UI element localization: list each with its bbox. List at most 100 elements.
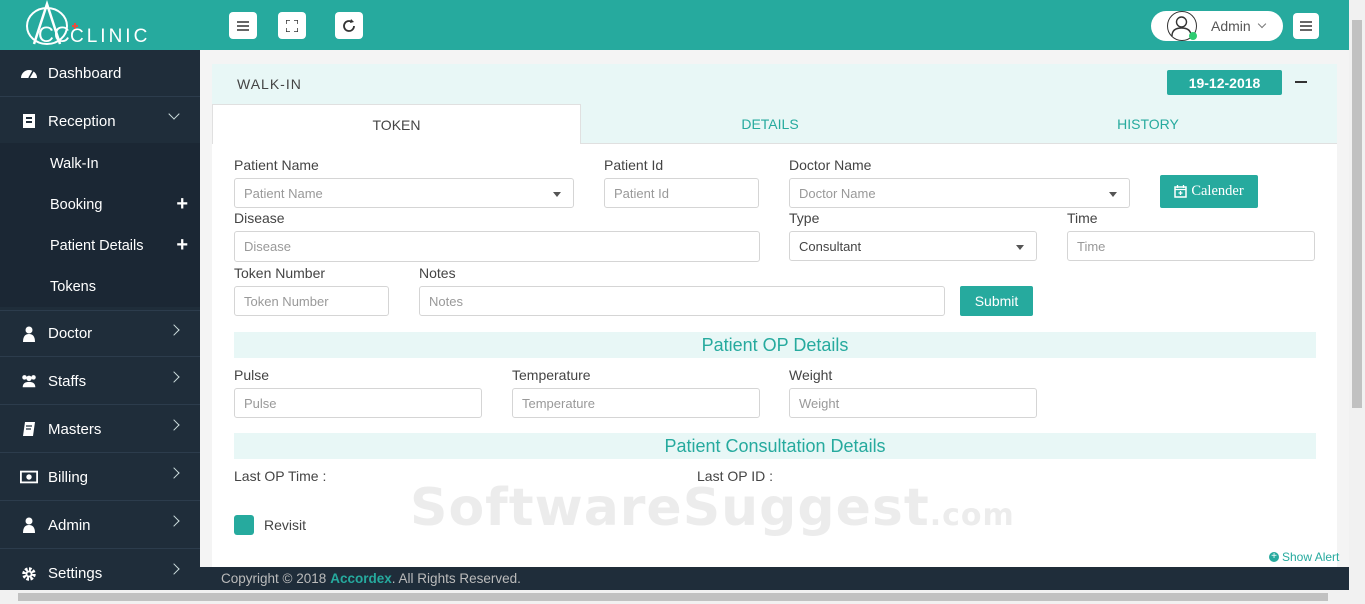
time-input[interactable]: Time xyxy=(1067,231,1315,261)
admin-icon xyxy=(20,517,38,533)
footer-brand-link[interactable]: Accordex xyxy=(330,571,392,586)
hamburger-icon xyxy=(237,20,249,31)
watermark-main: SoftwareSuggest xyxy=(410,478,930,538)
sidebar-item-label: Dashboard xyxy=(48,64,122,82)
patient-id-input[interactable]: Patient Id xyxy=(604,178,759,208)
revisit-label: Revisit xyxy=(264,517,307,533)
weight-label: Weight xyxy=(789,367,833,383)
sidebar-item-dashboard[interactable]: Dashboard xyxy=(0,50,200,97)
logo-prefix: CC xyxy=(38,22,70,47)
sidebar-item-reception[interactable]: Reception xyxy=(0,98,200,145)
plus-icon[interactable]: + xyxy=(176,194,188,214)
topbar: Admin xyxy=(200,0,1349,50)
sidebar-subitem-booking[interactable]: Booking + xyxy=(0,184,200,225)
sidebar-subitem-walk-in[interactable]: Walk-In xyxy=(0,143,200,184)
sidebar-item-label: Masters xyxy=(48,420,102,438)
patient-id-label: Patient Id xyxy=(604,157,664,173)
sidebar-item-masters[interactable]: Masters xyxy=(0,406,200,453)
calendar-button[interactable]: Calender xyxy=(1160,175,1258,208)
tab-history[interactable]: HISTORY xyxy=(959,104,1337,144)
pulse-input[interactable]: Pulse xyxy=(234,388,482,418)
tab-bar: TOKEN DETAILS HISTORY xyxy=(212,104,1337,144)
patient-name-label: Patient Name xyxy=(234,157,319,173)
sidebar-item-staffs[interactable]: Staffs xyxy=(0,358,200,405)
sidebar-item-label: Staffs xyxy=(48,372,87,390)
submit-button[interactable]: Submit xyxy=(960,286,1033,316)
type-select[interactable]: Consultant xyxy=(789,231,1037,261)
revisit-checkbox[interactable] xyxy=(234,515,254,535)
fullscreen-button[interactable] xyxy=(278,12,306,39)
consultation-heading: Patient Consultation Details xyxy=(234,433,1316,459)
pulse-placeholder: Pulse xyxy=(244,395,277,411)
chevron-right-icon xyxy=(168,467,180,479)
panel-title: WALK-IN xyxy=(237,76,302,92)
weight-input[interactable]: Weight xyxy=(789,388,1037,418)
patient-name-select[interactable]: Patient Name xyxy=(234,178,574,208)
weight-placeholder: Weight xyxy=(799,395,840,411)
sidebar-subitem-label: Walk-In xyxy=(50,155,99,172)
last-op-time-label: Last OP Time : xyxy=(234,468,327,484)
patient-id-placeholder: Patient Id xyxy=(614,185,669,201)
sidebar-item-label: Billing xyxy=(48,468,89,486)
disease-label: Disease xyxy=(234,210,285,226)
scrollbar-thumb[interactable] xyxy=(18,593,1328,601)
op-details-heading: Patient OP Details xyxy=(234,332,1316,358)
avatar xyxy=(1167,11,1197,41)
online-status-icon xyxy=(1189,32,1197,40)
disease-input[interactable]: Disease xyxy=(234,231,760,262)
patient-name-placeholder: Patient Name xyxy=(244,185,323,201)
dashboard-icon xyxy=(20,65,38,81)
watermark-suffix: .com xyxy=(929,498,1015,533)
tab-details[interactable]: DETAILS xyxy=(581,104,959,144)
show-alert-link[interactable]: + Show Alert xyxy=(1269,550,1339,564)
type-label: Type xyxy=(789,210,820,226)
sidebar-item-billing[interactable]: Billing xyxy=(0,454,200,501)
user-menu[interactable]: Admin xyxy=(1151,11,1283,41)
time-label: Time xyxy=(1067,210,1098,226)
refresh-button[interactable] xyxy=(335,12,363,39)
pulse-label: Pulse xyxy=(234,367,270,383)
horizontal-scrollbar[interactable] xyxy=(0,590,1365,604)
disease-placeholder: Disease xyxy=(244,239,291,254)
logo[interactable]: CC CLINIC xyxy=(0,0,200,50)
sidebar: CC CLINIC Dashboard Reception Walk-In Bo… xyxy=(0,0,200,604)
footer-suffix: . All Rights Reserved. xyxy=(391,571,521,586)
dropdown-arrow-icon xyxy=(1016,245,1024,250)
doctor-icon xyxy=(20,326,38,342)
token-number-input[interactable]: Token Number xyxy=(234,286,389,316)
date-badge: 19-12-2018 xyxy=(1167,70,1282,95)
doctor-name-select[interactable]: Doctor Name xyxy=(789,178,1130,208)
scrollbar-thumb[interactable] xyxy=(1352,20,1362,408)
show-alert-label: Show Alert xyxy=(1282,550,1340,564)
sidebar-subitem-label: Tokens xyxy=(50,278,96,295)
dropdown-arrow-icon xyxy=(553,192,561,197)
sidebar-subitem-patient-details[interactable]: Patient Details + xyxy=(0,225,200,266)
fullscreen-icon xyxy=(286,19,298,32)
menu-toggle-button[interactable] xyxy=(229,12,257,39)
sidebar-subitem-label: Patient Details xyxy=(50,237,144,254)
sidebar-subitem-tokens[interactable]: Tokens xyxy=(0,266,200,307)
watermark: SoftwareSuggest.com xyxy=(410,478,1015,538)
tab-token[interactable]: TOKEN xyxy=(212,104,581,144)
minimize-icon[interactable] xyxy=(1295,81,1307,83)
right-menu-button[interactable] xyxy=(1293,13,1319,39)
calendar-plus-icon xyxy=(1174,185,1188,198)
sidebar-item-admin[interactable]: Admin xyxy=(0,502,200,549)
sidebar-item-label: Admin xyxy=(48,516,91,534)
logo-text: CLINIC xyxy=(70,26,151,47)
doctor-name-label: Doctor Name xyxy=(789,157,872,173)
notes-placeholder: Notes xyxy=(429,293,463,309)
footer-copyright: Copyright © 2018 xyxy=(221,571,327,586)
hamburger-icon xyxy=(1300,21,1312,31)
temperature-label: Temperature xyxy=(512,367,591,383)
temperature-input[interactable]: Temperature xyxy=(512,388,760,418)
notes-input[interactable]: Notes xyxy=(419,286,945,316)
footer: Copyright © 2018 Accordex . All Rights R… xyxy=(200,567,1349,590)
vertical-scrollbar[interactable] xyxy=(1349,0,1365,590)
chevron-right-icon xyxy=(168,563,180,575)
notes-label: Notes xyxy=(419,265,456,281)
temperature-placeholder: Temperature xyxy=(522,395,595,411)
masters-icon xyxy=(20,421,38,437)
sidebar-item-doctor[interactable]: Doctor xyxy=(0,310,200,357)
plus-icon[interactable]: + xyxy=(176,235,188,255)
